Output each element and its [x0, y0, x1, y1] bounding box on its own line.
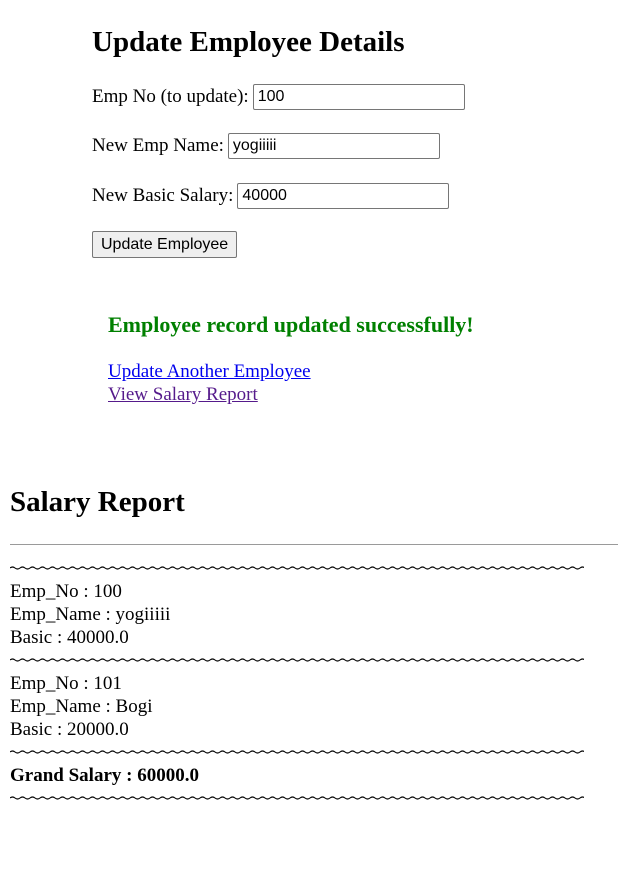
salary-label: New Basic Salary:	[92, 185, 234, 206]
record-emp-no: Emp_No : 101	[10, 673, 122, 694]
result-panel: Employee record updated successfully! Up…	[108, 308, 588, 405]
empno-label: Emp No (to update):	[92, 86, 249, 107]
record-emp-name: Emp_Name : yogiiiii	[10, 604, 171, 625]
report-divider	[10, 544, 618, 545]
view-report-link[interactable]: View Salary Report	[108, 383, 311, 406]
salary-report: Salary Report Emp_No : 100 Emp_Name : yo…	[10, 480, 618, 800]
salary-row: New Basic Salary:	[92, 183, 450, 209]
tilde-separator	[10, 649, 584, 672]
update-employee-button[interactable]: Update Employee	[92, 231, 238, 258]
result-links: Update Another Employee View Salary Repo…	[108, 360, 311, 406]
report-body: Emp_No : 100 Emp_Name : yogiiiii Basic :…	[10, 557, 610, 810]
tilde-separator	[10, 557, 584, 580]
report-record: Emp_No : 100 Emp_Name : yogiiiii Basic :…	[10, 580, 610, 649]
update-form: Update Employee Details Emp No (to updat…	[92, 18, 612, 258]
report-record: Emp_No : 101 Emp_Name : Bogi Basic : 200…	[10, 672, 610, 741]
record-emp-name: Emp_Name : Bogi	[10, 696, 153, 717]
name-label: New Emp Name:	[92, 135, 224, 156]
empno-input[interactable]	[252, 84, 465, 110]
report-title: Salary Report	[10, 486, 185, 518]
form-title: Update Employee Details	[92, 26, 405, 58]
record-emp-no: Emp_No : 100	[10, 581, 122, 602]
name-row: New Emp Name:	[92, 133, 440, 159]
emp-name-input[interactable]	[227, 133, 440, 159]
basic-salary-input[interactable]	[237, 183, 450, 209]
page: Update Employee Details Emp No (to updat…	[0, 0, 618, 882]
update-another-link[interactable]: Update Another Employee	[108, 360, 311, 383]
record-basic: Basic : 20000.0	[10, 719, 129, 740]
grand-salary-total: Grand Salary : 60000.0	[10, 765, 199, 786]
record-basic: Basic : 40000.0	[10, 627, 129, 648]
tilde-separator	[10, 787, 584, 810]
tilde-separator	[10, 741, 584, 764]
empno-row: Emp No (to update):	[92, 84, 465, 110]
success-message: Employee record updated successfully!	[108, 312, 474, 337]
